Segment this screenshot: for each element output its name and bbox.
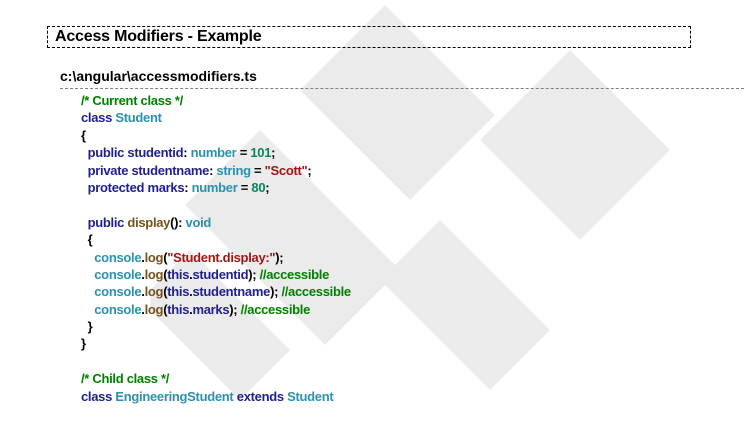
code-token-plain: =	[250, 162, 265, 178]
code-token-keyword: marks	[144, 179, 185, 195]
code-token-plain: );	[229, 301, 241, 317]
code-token-keyword: public	[87, 214, 125, 230]
code-token-comment: /* Child class */	[81, 371, 170, 387]
code-line: public studentid: number = 101;	[81, 144, 351, 161]
code-token-method: log	[144, 249, 164, 265]
code-token-keyword: extends	[236, 388, 284, 404]
code-line: console.log("Student.display:");	[81, 249, 351, 266]
code-token-plain: ;	[307, 162, 312, 178]
code-token-plain: ;	[265, 179, 270, 195]
code-token-plain: ():	[170, 214, 186, 230]
code-token-type: console	[94, 266, 142, 282]
code-token-type: Student	[287, 388, 334, 404]
section-header-box: Access Modifiers - Example	[47, 26, 691, 48]
file-path-label: c:\angular\accessmodifiers.ts	[60, 68, 257, 84]
code-token-keyword: marks	[192, 301, 230, 317]
code-token-type: number	[191, 179, 238, 195]
code-token-keyword: public	[87, 145, 125, 161]
code-token-number: 80	[251, 179, 266, 195]
code-token-type: Student	[115, 110, 162, 126]
code-token-type: number	[190, 145, 237, 161]
code-token-plain: );	[270, 284, 282, 300]
path-divider	[60, 88, 744, 89]
code-token-comment: /* Current class */	[81, 93, 183, 108]
code-line: public display(): void	[81, 214, 351, 231]
code-token-keyword: private	[87, 162, 129, 178]
code-line: class Student	[81, 109, 351, 126]
code-token-comment: //accessible	[281, 284, 351, 300]
code-block: /* Current class */class Student{ public…	[81, 92, 351, 405]
code-token-keyword: protected	[87, 179, 145, 195]
code-token-string: "Student.display:"	[167, 249, 276, 265]
code-line: private studentname: string = "Scott";	[81, 162, 351, 179]
code-line: /* Child class */	[81, 370, 351, 387]
code-line: }	[81, 335, 351, 352]
code-token-plain: :	[184, 179, 192, 195]
code-token-keyword: this	[167, 284, 190, 300]
code-token-keyword: class	[81, 110, 113, 126]
code-token-comment: //accessible	[240, 301, 311, 317]
code-line: protected marks: number = 80;	[81, 179, 351, 196]
code-token-keyword: class	[81, 388, 113, 404]
code-line: {	[81, 231, 351, 248]
code-token-keyword: this	[167, 266, 190, 282]
code-line: }	[81, 318, 351, 335]
code-line: console.log(this.marks); //accessible	[81, 301, 351, 318]
code-token-keyword: studentid	[124, 145, 184, 161]
code-token-type: void	[185, 214, 212, 230]
code-token-keyword: studentname	[192, 284, 271, 300]
code-token-type: EngineeringStudent	[115, 388, 234, 404]
code-line: console.log(this.studentid); //accessibl…	[81, 266, 351, 283]
code-token-plain: =	[237, 179, 252, 195]
code-token-plain: :	[183, 145, 191, 161]
section-title: Access Modifiers - Example	[55, 28, 262, 45]
code-token-comment: //accessible	[259, 266, 330, 282]
code-token-method: log	[144, 301, 164, 317]
code-token-number: 101	[250, 145, 272, 161]
code-token-method: log	[144, 266, 164, 282]
code-token-type: console	[94, 249, 142, 265]
code-token-plain: }	[81, 336, 86, 352]
code-line: console.log(this.studentname); //accessi…	[81, 283, 351, 300]
code-token-type: console	[94, 284, 142, 300]
code-token-type: console	[94, 301, 142, 317]
code-token-plain: =	[236, 145, 251, 161]
code-token-string: "Scott"	[264, 162, 308, 178]
code-line: {	[81, 127, 351, 144]
code-token-plain: );	[275, 249, 284, 265]
code-token-keyword: this	[167, 301, 190, 317]
code-token-method: log	[144, 284, 164, 300]
code-token-keyword: studentname	[128, 162, 210, 178]
code-line: class EngineeringStudent extends Student	[81, 388, 351, 405]
code-token-plain: {	[81, 232, 93, 248]
code-token-plain: );	[248, 266, 260, 282]
code-token-plain: }	[81, 319, 93, 335]
code-line: /* Current class */	[81, 92, 351, 109]
code-token-method: display	[127, 214, 171, 230]
code-token-plain: {	[81, 127, 86, 143]
code-token-keyword: studentid	[192, 266, 249, 282]
code-token-plain: ;	[271, 145, 276, 161]
code-token-type: string	[216, 162, 251, 178]
